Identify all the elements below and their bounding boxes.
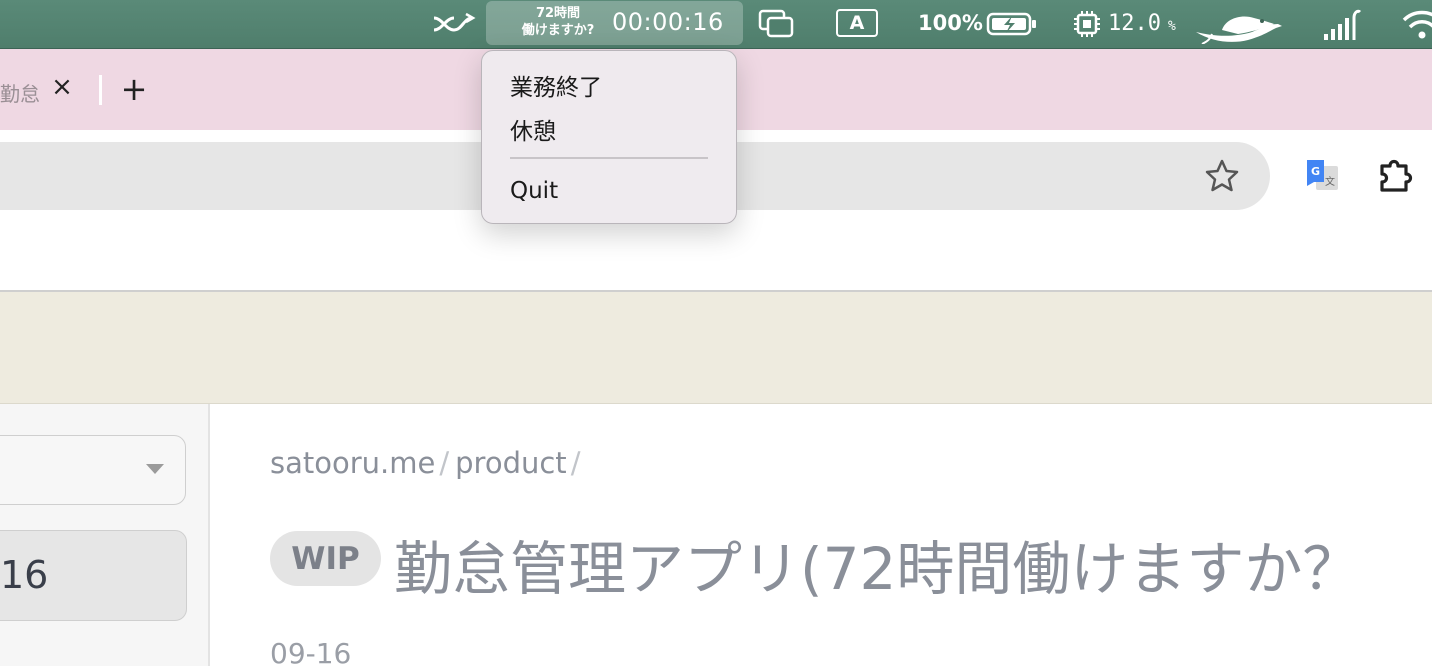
breadcrumb-separator: / <box>439 446 450 480</box>
extensions-icon[interactable] <box>1376 156 1416 196</box>
info-bar <box>0 292 1432 404</box>
new-tab-button[interactable]: + <box>120 70 148 108</box>
input-source-indicator[interactable]: A <box>836 9 878 37</box>
tab-close-button[interactable]: × <box>50 72 74 102</box>
wifi-icon[interactable] <box>1400 8 1432 40</box>
breadcrumb-item[interactable]: satooru.me <box>270 446 435 480</box>
breadcrumb-item[interactable]: product <box>455 446 567 480</box>
dropdown-caret-icon <box>146 464 164 474</box>
penguin-icon[interactable] <box>1192 6 1284 44</box>
battery-charging-icon[interactable] <box>986 12 1038 36</box>
cpu-icon[interactable] <box>1072 10 1102 38</box>
app-status-menu: 業務終了 休憩 Quit <box>481 50 737 224</box>
window-switcher-icon[interactable] <box>758 9 796 39</box>
battery-percent: 100% <box>918 11 983 35</box>
wip-badge: WIP <box>270 531 381 586</box>
page-title: 勤怠管理アプリ(72時間働けますか？ <box>394 535 1361 603</box>
sidebar-date-value: 16 <box>0 553 49 597</box>
menu-bar: 72時間 働けますか? 00:00:16 A 100% 12.0 % <box>0 0 1432 49</box>
menu-item-quit[interactable]: Quit <box>510 178 558 204</box>
tab-title[interactable]: 勤怠 <box>0 78 40 107</box>
svg-text:G: G <box>1311 165 1320 178</box>
svg-text:文: 文 <box>1325 175 1335 188</box>
cpu-usage-unit: % <box>1168 19 1176 34</box>
breadcrumb-separator: / <box>570 446 581 480</box>
signal-icon[interactable] <box>1322 8 1362 42</box>
menu-item-break[interactable]: 休憩 <box>510 112 556 146</box>
post-date: 09-16 <box>270 637 352 670</box>
timer-readout: 00:00:16 <box>612 8 724 36</box>
star-icon[interactable] <box>1204 158 1240 194</box>
app-name-line1: 72時間 <box>535 6 581 21</box>
shuffle-icon[interactable] <box>432 12 476 36</box>
translate-icon[interactable]: G 文 <box>1304 158 1340 194</box>
app-name-line2: 働けますか? <box>521 23 595 38</box>
cpu-usage-value: 12.0 <box>1108 11 1161 36</box>
tab-divider <box>99 75 102 105</box>
breadcrumb: satooru.me / product / <box>270 446 586 480</box>
menu-item-end-work[interactable]: 業務終了 <box>510 68 602 102</box>
menu-separator <box>510 157 708 159</box>
